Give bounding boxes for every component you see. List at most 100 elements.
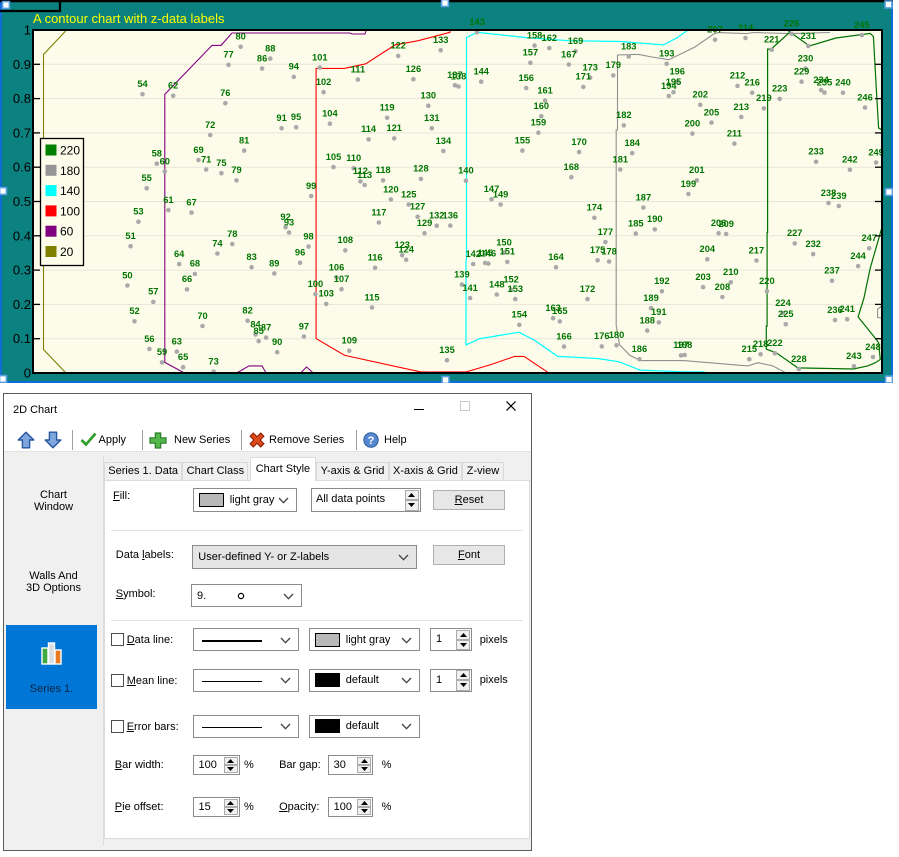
svg-text:182: 182 <box>616 110 632 120</box>
svg-text:102: 102 <box>316 77 332 87</box>
svg-text:220: 220 <box>60 144 80 158</box>
svg-text:89: 89 <box>269 258 279 268</box>
svg-text:60: 60 <box>60 225 74 239</box>
svg-text:191: 191 <box>651 307 667 317</box>
svg-text:227: 227 <box>787 228 803 238</box>
svg-text:218: 218 <box>753 339 769 349</box>
svg-text:128: 128 <box>413 164 429 174</box>
svg-text:108: 108 <box>338 235 354 245</box>
svg-text:247: 247 <box>861 233 877 243</box>
svg-text:91: 91 <box>276 113 286 123</box>
svg-text:229: 229 <box>794 67 810 77</box>
svg-text:138: 138 <box>451 71 467 81</box>
svg-text:146: 146 <box>481 248 497 258</box>
svg-text:80: 80 <box>236 32 246 42</box>
svg-text:239: 239 <box>831 191 847 201</box>
svg-text:106: 106 <box>329 262 345 272</box>
svg-text:67: 67 <box>186 197 196 207</box>
svg-text:57: 57 <box>148 287 158 297</box>
svg-text:115: 115 <box>365 292 380 302</box>
svg-text:95: 95 <box>291 112 301 122</box>
svg-text:202: 202 <box>693 90 709 100</box>
svg-text:156: 156 <box>518 73 534 83</box>
svg-text:180: 180 <box>60 164 80 178</box>
svg-text:183: 183 <box>621 41 637 51</box>
svg-text:100: 100 <box>308 279 324 289</box>
svg-text:213: 213 <box>734 102 750 112</box>
svg-text:0.5: 0.5 <box>13 194 31 209</box>
svg-text:232: 232 <box>805 239 821 249</box>
svg-text:0.9: 0.9 <box>13 57 31 72</box>
svg-text:64: 64 <box>174 249 185 259</box>
svg-text:144: 144 <box>473 67 489 77</box>
svg-text:81: 81 <box>239 135 249 145</box>
svg-text:172: 172 <box>580 284 596 294</box>
svg-text:165: 165 <box>552 306 568 316</box>
svg-text:133: 133 <box>433 35 449 45</box>
svg-text:208: 208 <box>715 282 731 292</box>
svg-text:195: 195 <box>666 77 682 87</box>
svg-text:101: 101 <box>312 52 328 62</box>
svg-text:167: 167 <box>561 49 577 59</box>
svg-text:190: 190 <box>647 214 663 224</box>
svg-text:62: 62 <box>168 81 178 91</box>
svg-text:105: 105 <box>326 152 342 162</box>
svg-text:86: 86 <box>257 53 267 63</box>
svg-text:135: 135 <box>439 345 455 355</box>
svg-text:233: 233 <box>808 147 824 157</box>
svg-text:90: 90 <box>272 337 282 347</box>
svg-text:100: 100 <box>60 204 80 218</box>
svg-text:162: 162 <box>542 33 558 43</box>
svg-text:126: 126 <box>406 64 422 74</box>
svg-text:184: 184 <box>624 138 640 148</box>
svg-text:211: 211 <box>727 128 742 138</box>
svg-text:0.6: 0.6 <box>13 160 31 175</box>
svg-text:148: 148 <box>489 279 505 289</box>
svg-text:69: 69 <box>193 145 203 155</box>
svg-text:209: 209 <box>718 219 734 229</box>
svg-text:83: 83 <box>246 252 256 262</box>
svg-text:180: 180 <box>609 330 625 340</box>
svg-text:173: 173 <box>582 62 598 72</box>
svg-text:141: 141 <box>462 283 478 293</box>
svg-text:61: 61 <box>163 195 173 205</box>
svg-text:125: 125 <box>401 189 417 199</box>
svg-text:228: 228 <box>791 354 807 364</box>
svg-text:198: 198 <box>677 340 693 350</box>
svg-text:20: 20 <box>60 245 74 259</box>
svg-text:0.3: 0.3 <box>13 263 31 278</box>
svg-text:0.4: 0.4 <box>13 228 31 243</box>
svg-text:205: 205 <box>704 107 720 117</box>
svg-text:171: 171 <box>576 72 592 82</box>
svg-text:140: 140 <box>60 184 80 198</box>
svg-text:143: 143 <box>469 17 485 27</box>
svg-text:130: 130 <box>421 91 437 101</box>
svg-text:186: 186 <box>632 344 648 354</box>
svg-text:217: 217 <box>749 245 765 255</box>
svg-text:87: 87 <box>261 322 271 332</box>
svg-text:139: 139 <box>454 269 470 279</box>
svg-text:245: 245 <box>854 20 870 30</box>
svg-text:52: 52 <box>129 306 139 316</box>
svg-text:54: 54 <box>137 79 148 89</box>
svg-text:113: 113 <box>357 170 372 180</box>
svg-text:120: 120 <box>383 184 399 194</box>
svg-text:56: 56 <box>144 334 154 344</box>
svg-text:124: 124 <box>398 245 414 255</box>
svg-text:119: 119 <box>380 103 395 113</box>
svg-text:0.2: 0.2 <box>13 297 31 312</box>
svg-text:219: 219 <box>756 93 772 103</box>
svg-text:237: 237 <box>824 266 840 276</box>
svg-text:248: 248 <box>865 342 881 352</box>
svg-text:160: 160 <box>534 101 550 111</box>
svg-text:155: 155 <box>515 135 531 145</box>
svg-text:78: 78 <box>227 229 237 239</box>
svg-text:246: 246 <box>857 92 873 102</box>
svg-text:177: 177 <box>598 227 614 237</box>
svg-text:122: 122 <box>390 41 406 51</box>
svg-text:226: 226 <box>784 19 800 29</box>
svg-text:110: 110 <box>346 153 361 163</box>
svg-text:178: 178 <box>601 246 617 256</box>
svg-text:212: 212 <box>730 71 746 81</box>
svg-text:A contour chart with z-data la: A contour chart with z-data labels <box>33 11 225 26</box>
